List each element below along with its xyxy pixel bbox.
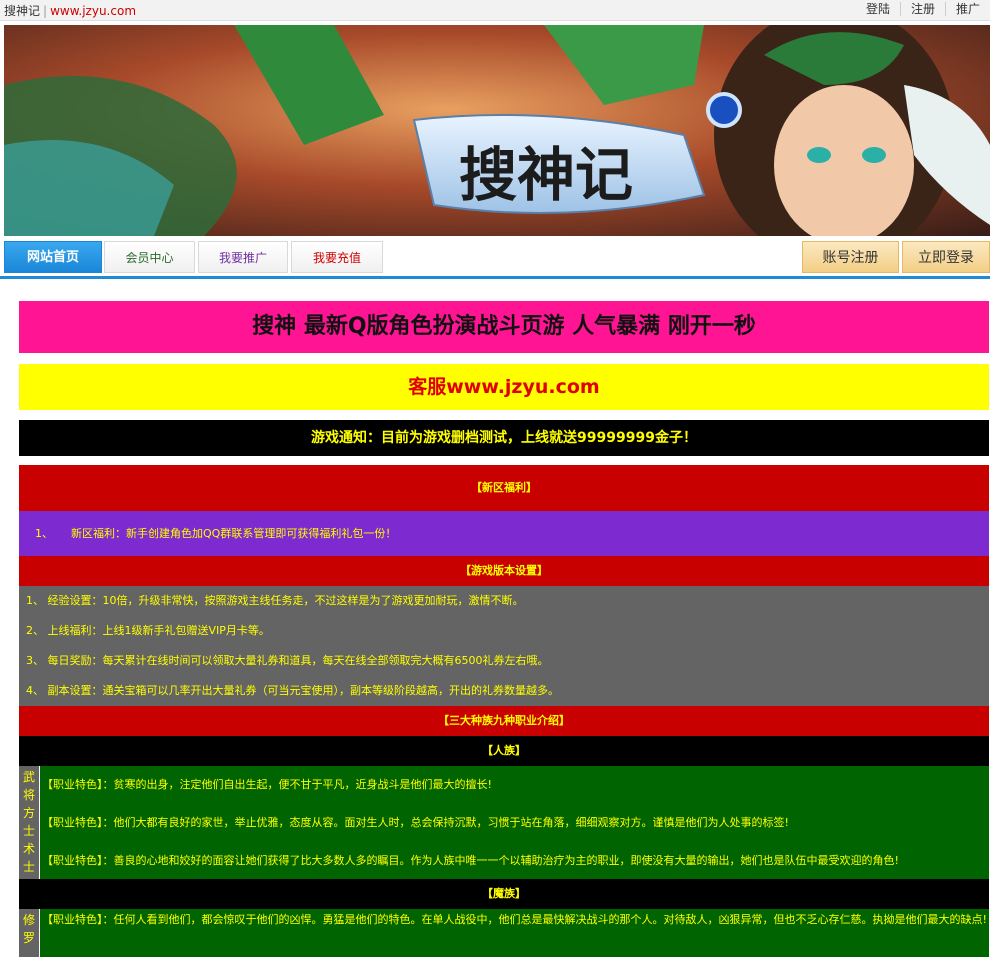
- new-server-title: 【新区福利】: [19, 465, 989, 511]
- top-bar: 搜神记 | www.jzyu.com 登陆 注册 推广: [0, 0, 990, 21]
- version-item: 3、 每日奖励：每天累计在线时间可以领取大量礼券和道具，每天在线全部领取完大概有…: [19, 646, 989, 676]
- banner-art: 搜神记: [4, 25, 990, 236]
- tab-member-center[interactable]: 会员中心: [104, 241, 195, 273]
- human-class-desc: 【职业特色】：贫寒的出身，注定他们自出生起，便不甘于平凡，近身战斗是他们最大的擅…: [40, 766, 989, 803]
- version-item: 1、 经验设置：10倍，升级非常快，按照游戏主线任务走，不过这样是为了游戏更加耐…: [19, 586, 989, 616]
- class-label: 修罗: [23, 913, 36, 945]
- version-title: 【游戏版本设置】: [19, 556, 989, 586]
- class-label: 武将: [23, 770, 36, 802]
- new-server-item-text: 新区福利：新手创建角色加QQ群联系管理即可获得福利礼包一份！: [71, 527, 397, 540]
- title-separator: |: [43, 4, 48, 18]
- human-class-desc: 【职业特色】：善良的心地和姣好的面容让她们获得了比大多数人多的瞩目。作为人族中唯…: [40, 842, 989, 879]
- site-title: 搜神记 | www.jzyu.com: [4, 2, 136, 19]
- register-link[interactable]: 注册: [899, 2, 945, 16]
- new-server-item-number: 1、: [35, 527, 53, 540]
- demon-race-title: 【魔族】: [19, 879, 989, 909]
- demon-class-label: 修罗: [19, 909, 39, 957]
- game-notice: 游戏通知：目前为游戏删档测试，上线就送99999999金子！: [19, 420, 989, 456]
- human-class-labels: 武将 方士 术士: [19, 766, 39, 879]
- banner-logo-text: 搜神记: [459, 141, 633, 209]
- tab-recharge[interactable]: 我要充值: [291, 241, 383, 273]
- main-nav: 网站首页 会员中心 我要推广 我要充值 账号注册 立即登录: [0, 236, 990, 279]
- demon-class-desc: 【职业特色】：任何人看到他们，都会惊叹于他们的凶悍。勇猛是他们的特色。在单人战役…: [40, 909, 989, 957]
- human-race-title: 【人族】: [19, 736, 989, 766]
- promo-title: 搜神 最新Q版角色扮演战斗页游 人气暴满 刚开一秒: [19, 301, 989, 353]
- human-class-desc: 【职业特色】：他们大都有良好的家世，举止优雅，态度从容。面对生人时，总会保持沉默…: [40, 803, 989, 842]
- races-title: 【三大种族九种职业介绍】: [19, 706, 989, 736]
- class-label: 方士: [23, 806, 36, 838]
- promote-link[interactable]: 推广: [944, 2, 990, 16]
- login-link[interactable]: 登陆: [856, 2, 900, 16]
- customer-service-banner: 客服www.jzyu.com: [19, 364, 989, 410]
- account-links: 登陆 注册 推广: [856, 2, 990, 16]
- register-account-button[interactable]: 账号注册: [802, 241, 899, 273]
- new-server-item: 1、 新区福利：新手创建角色加QQ群联系管理即可获得福利礼包一份！: [19, 511, 989, 556]
- tab-promote[interactable]: 我要推广: [198, 241, 288, 273]
- site-name: 搜神记: [4, 4, 41, 18]
- login-now-button[interactable]: 立即登录: [902, 241, 990, 273]
- tab-home[interactable]: 网站首页: [4, 241, 102, 273]
- site-url[interactable]: www.jzyu.com: [50, 4, 136, 18]
- version-item: 4、 副本设置：通关宝箱可以几率开出大量礼券（可当元宝使用），副本等级阶段越高，…: [19, 676, 989, 706]
- class-label: 术士: [23, 842, 36, 874]
- version-item: 2、 上线福利：上线1级新手礼包赠送VIP月卡等。: [19, 616, 989, 646]
- game-banner: 搜神记: [4, 25, 990, 236]
